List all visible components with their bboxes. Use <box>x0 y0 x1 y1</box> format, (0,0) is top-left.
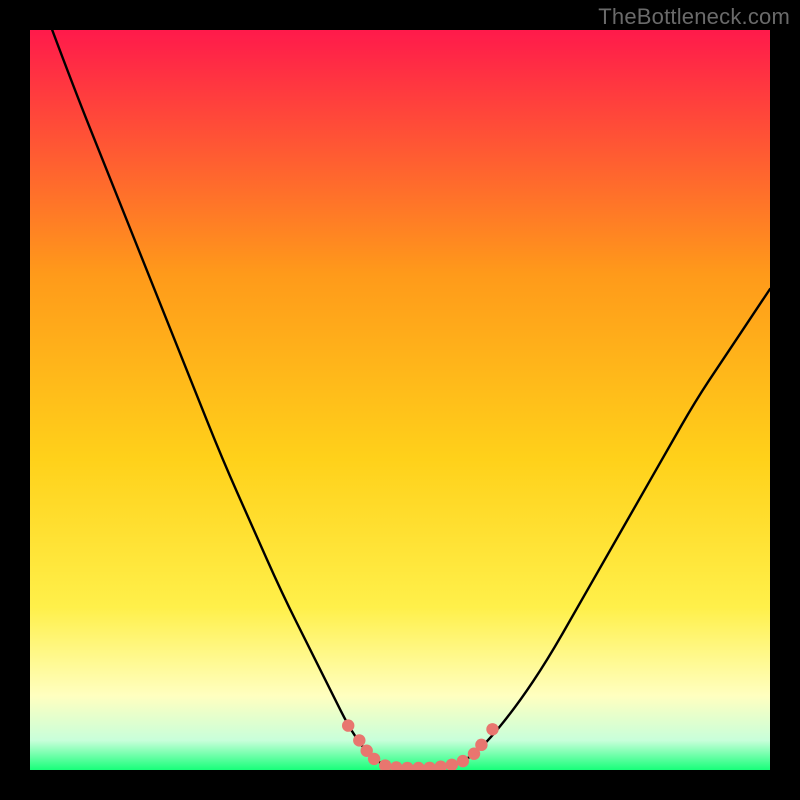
marker-dot <box>342 719 354 731</box>
marker-dot <box>475 739 487 751</box>
marker-dot <box>457 755 469 767</box>
attribution-text: TheBottleneck.com <box>598 4 790 30</box>
heat-gradient-background <box>30 30 770 770</box>
chart-svg <box>30 30 770 770</box>
marker-dot <box>368 753 380 765</box>
marker-dot <box>353 734 365 746</box>
bottleneck-chart <box>30 30 770 770</box>
marker-dot <box>486 723 498 735</box>
outer-frame: TheBottleneck.com <box>0 0 800 800</box>
